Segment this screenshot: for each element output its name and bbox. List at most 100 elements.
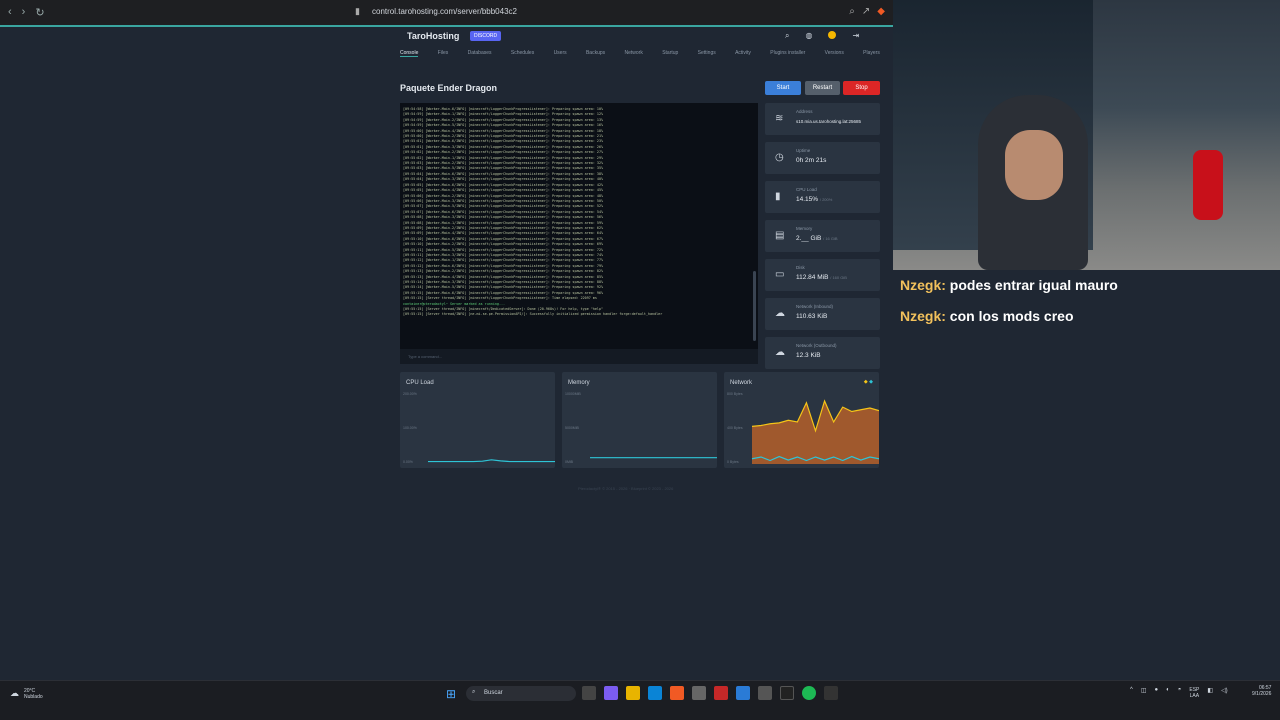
stat-uptime: ◷ Uptime 0h 2m 21s — [765, 142, 880, 174]
tab-activity[interactable]: Activity — [735, 50, 751, 57]
tab-schedules[interactable]: Schedules — [511, 50, 534, 57]
task-view-icon[interactable] — [582, 686, 596, 700]
stat-disk: ▭ Disk 112.84 MiB / 160 GiB — [765, 259, 880, 291]
stat-address[interactable]: ≋ Address s10.mia.us.tarohosting.lat:256… — [765, 103, 880, 135]
chat-text: podes entrar igual mauro — [949, 277, 1118, 293]
brave-icon[interactable] — [670, 686, 684, 700]
clock-date: 9/1/2026 — [1252, 691, 1272, 697]
stat-value: 0h 2m 21s — [796, 157, 827, 164]
stat-label: Uptime — [796, 148, 811, 153]
footer-text: Pterodactyl® © 2015 - 2026 · Blueprint ©… — [578, 486, 674, 491]
chevron-up-icon[interactable]: ^ — [1130, 687, 1133, 699]
memory-chart — [590, 457, 717, 459]
stat-label: Network (Outbound) — [796, 343, 837, 348]
tab-startup[interactable]: Startup — [662, 50, 678, 57]
chat-message: Nzegk: con los mods creo — [900, 308, 1074, 324]
stat-label: Address — [796, 109, 813, 114]
weather-text: Nublado — [24, 694, 43, 700]
search-icon[interactable]: ⌕ — [785, 31, 789, 41]
stat-network-inbound: ☁ Network (Inbound) 110.63 KiB — [765, 298, 880, 330]
app-tray-icon[interactable]: ◐ — [1166, 687, 1170, 699]
app-tray-icon[interactable]: ◓ — [1178, 687, 1182, 699]
share-icon[interactable]: ↗ — [862, 6, 870, 17]
bookmark-icon[interactable]: ▮ — [355, 6, 360, 17]
edge-icon[interactable] — [648, 686, 662, 700]
search-icon: ⌕ — [472, 689, 476, 695]
copilot-icon[interactable] — [604, 686, 618, 700]
cpu-graph: CPU Load 200.00% 100.00% 0.00% — [400, 372, 555, 468]
tab-users[interactable]: Users — [554, 50, 567, 57]
stat-value-sub: / 160 GiB — [830, 275, 847, 280]
app-tray-icon[interactable]: ● — [1155, 687, 1159, 699]
panel-page: TaroHosting DISCORD ⌕ ◍ ⇥ Console Files … — [0, 27, 1269, 696]
lang-indicator[interactable]: ESP LAA — [1189, 687, 1199, 699]
brave-icon[interactable]: ◆ — [877, 6, 885, 17]
header-actions: ⌕ ◍ ⇥ — [785, 31, 859, 41]
server-console[interactable]: [09:54:58] [Worker-Main-6/INFO] [minecra… — [400, 103, 758, 350]
disk-icon: ▭ — [775, 269, 785, 280]
capcut-icon[interactable] — [780, 686, 794, 700]
volume-icon[interactable]: ◁) — [1221, 687, 1228, 699]
command-input[interactable]: Type a command... — [400, 349, 758, 364]
tab-backups[interactable]: Backups — [586, 50, 605, 57]
app-icon[interactable] — [736, 686, 750, 700]
chat-message: Nzegk: podes entrar igual mauro — [900, 277, 1118, 293]
stat-value: 110.63 KiB — [796, 313, 828, 320]
tab-plugins-installer[interactable]: Plugins installer — [770, 50, 805, 57]
tab-network[interactable]: Network — [625, 50, 643, 57]
stat-memory: ▤ Memory 2.__ GiB / 16 GiB — [765, 220, 880, 252]
wifi-icon[interactable]: ◧ — [1207, 687, 1213, 699]
spotify-icon[interactable] — [802, 686, 816, 700]
network-icon[interactable]: ◫ — [1141, 687, 1147, 699]
taskbar-apps — [582, 686, 838, 700]
webcam-face — [1005, 130, 1063, 200]
brand-logo[interactable]: TaroHosting — [407, 31, 459, 41]
tab-players[interactable]: Players — [863, 50, 880, 57]
address-bar[interactable]: control.tarohosting.com/server/bbb043c2 — [372, 7, 517, 16]
memory-icon: ▤ — [775, 230, 785, 241]
taskbar: ☁ 20°C Nublado ⊞ ⌕ Buscar ^ ◫ ● ◐ ◓ ESP L… — [0, 680, 1280, 720]
app-icon[interactable] — [692, 686, 706, 700]
browser-nav: ‹ › ↻ — [0, 6, 54, 19]
memory-graph: Memory 10000MiB 5000MiB 0MiB — [562, 372, 717, 468]
console-line: [09:55:15] [Server thread/INFO] [ne.mi.s… — [403, 312, 663, 317]
stat-cpu: ▮ CPU Load 14.15% / 200% — [765, 181, 880, 213]
taskbar-clock[interactable]: 06:57 9/1/2026 — [1252, 685, 1271, 697]
webcam-feed — [893, 0, 1280, 270]
logout-icon[interactable]: ⇥ — [852, 31, 859, 41]
search-label: Buscar — [484, 690, 503, 696]
start-button[interactable]: Start — [765, 81, 801, 95]
series-line — [428, 459, 555, 463]
tab-databases[interactable]: Databases — [468, 50, 492, 57]
tab-settings[interactable]: Settings — [698, 50, 716, 57]
stat-value-main: 14.15% — [796, 196, 819, 203]
avatar[interactable] — [828, 31, 837, 39]
stat-value: 12.3 KiB — [796, 352, 821, 359]
forward-icon[interactable]: › — [22, 6, 26, 19]
reload-icon[interactable]: ↻ — [35, 6, 44, 19]
tab-versions[interactable]: Versions — [825, 50, 844, 57]
panel-header: TaroHosting DISCORD ⌕ ◍ ⇥ — [0, 27, 893, 44]
wifi-icon: ≋ — [775, 113, 784, 124]
console-scrollbar[interactable] — [753, 271, 756, 341]
app-icon[interactable] — [758, 686, 772, 700]
start-icon[interactable]: ⊞ — [446, 687, 456, 701]
discord-button[interactable]: DISCORD — [470, 31, 502, 41]
browser-actions: ⌕ ↗ ◆ — [849, 6, 885, 17]
stat-value-sub: / 16 GiB — [823, 236, 838, 241]
tab-files[interactable]: Files — [438, 50, 449, 57]
calendar-icon[interactable] — [714, 686, 728, 700]
taskbar-search[interactable]: ⌕ Buscar — [466, 686, 576, 701]
zoom-icon[interactable]: ⌕ — [849, 6, 855, 17]
network-graph: Network ◆ ◆ 800 Bytes 400 Bytes 0 Bytes — [724, 372, 879, 468]
file-explorer-icon[interactable] — [626, 686, 640, 700]
cloud-upload-icon: ☁ — [775, 347, 785, 358]
globe-icon[interactable]: ◍ — [805, 31, 812, 41]
app-icon[interactable] — [824, 686, 838, 700]
stop-button[interactable]: Stop — [843, 81, 880, 95]
back-icon[interactable]: ‹ — [8, 6, 12, 19]
restart-button[interactable]: Restart — [805, 81, 840, 95]
stat-label: Disk — [796, 265, 805, 270]
weather-widget[interactable]: ☁ 20°C Nublado — [10, 688, 43, 700]
tab-console[interactable]: Console — [400, 50, 419, 57]
